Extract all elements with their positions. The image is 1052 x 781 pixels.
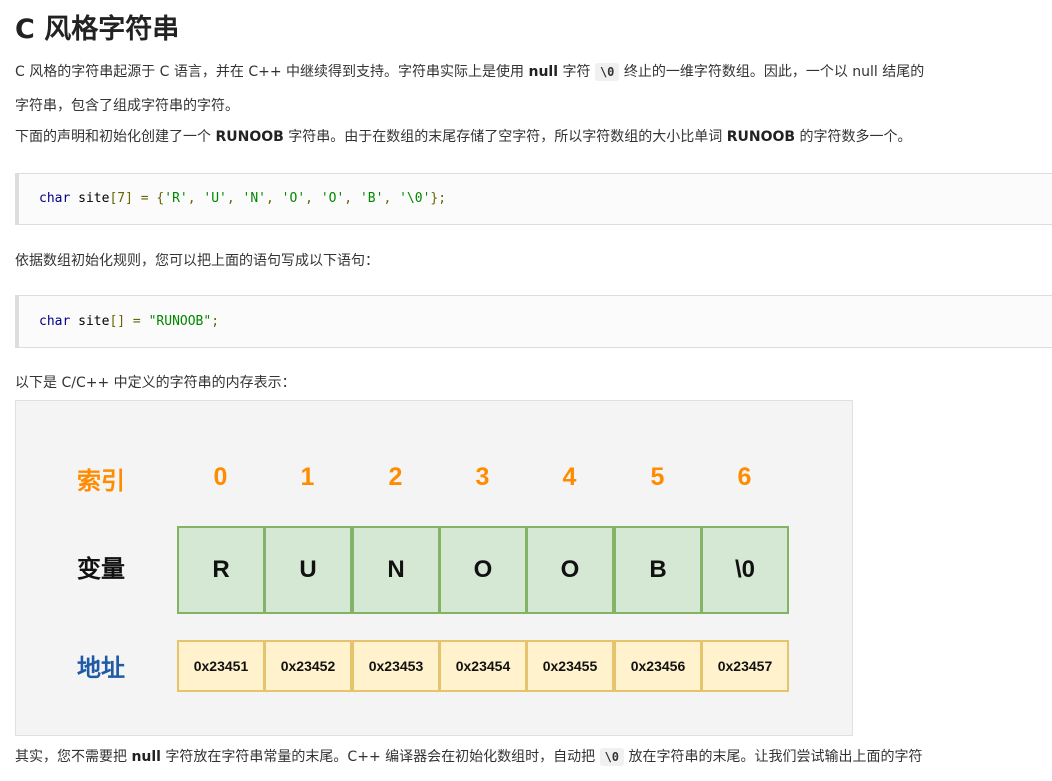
address-cell: 0x23456 xyxy=(614,640,702,692)
variable-cell: O xyxy=(526,526,614,614)
bold-null: null xyxy=(528,64,559,80)
text-span: 字符 xyxy=(558,64,595,80)
index-cell: 5 xyxy=(650,463,665,491)
code-punctuation: , xyxy=(383,191,400,206)
code-string: 'N' xyxy=(242,191,267,206)
bold-runoob: RUNOOB xyxy=(215,129,284,145)
address-cell: 0x23453 xyxy=(352,640,440,692)
address-cell: 0x23451 xyxy=(177,640,265,692)
declaration-paragraph: 下面的声明和初始化创建了一个 RUNOOB 字符串。由于在数组的末尾存储了空字符… xyxy=(15,127,912,147)
code-punctuation: [] = xyxy=(109,314,149,329)
compiler-note-paragraph: 其实，您不需要把 null 字符放在字符串常量的末尾。C++ 编译器会在初始化数… xyxy=(15,747,922,767)
code-punctuation: , xyxy=(187,191,204,206)
text-span: 字符串。由于在数组的末尾存储了空字符，所以字符数组的大小比单词 xyxy=(283,129,727,145)
index-cell: 1 xyxy=(300,463,315,491)
inline-code-null-char: \0 xyxy=(599,748,625,766)
code-line: char site[7] = {'R', 'U', 'N', 'O', 'O',… xyxy=(19,174,1052,224)
code-string: 'B' xyxy=(359,191,384,206)
code-punctuation: [7] = { xyxy=(109,191,165,206)
inline-code-null-char: \0 xyxy=(594,63,620,81)
code-string: '\0' xyxy=(399,191,431,206)
text-span: 其实，您不需要把 xyxy=(15,749,132,765)
code-line: char site[] = "RUNOOB"; xyxy=(19,296,1052,347)
variable-cell: U xyxy=(264,526,352,614)
text-span: 下面的声明和初始化创建了一个 xyxy=(15,129,216,145)
bold-null: null xyxy=(131,749,161,765)
address-cell: 0x23457 xyxy=(701,640,789,692)
rule-paragraph: 依据数组初始化规则，您可以把上面的语句写成以下语句： xyxy=(15,253,379,269)
code-string: 'O' xyxy=(281,191,306,206)
variable-cell: O xyxy=(439,526,527,614)
page-title: C 风格字符串 xyxy=(15,14,180,45)
address-cell: 0x23454 xyxy=(439,640,527,692)
index-row-label: 索引 xyxy=(77,467,125,495)
memory-intro-paragraph: 以下是 C/C++ 中定义的字符串的内存表示： xyxy=(15,375,296,391)
variable-cell: \0 xyxy=(701,526,789,614)
index-cell: 2 xyxy=(388,463,403,491)
index-cell: 4 xyxy=(562,463,577,491)
code-string: 'R' xyxy=(164,191,188,206)
code-punctuation: ; xyxy=(211,314,220,329)
code-keyword: char xyxy=(39,191,71,206)
address-cell: 0x23452 xyxy=(264,640,352,692)
variable-cell: B xyxy=(614,526,702,614)
address-cell: 0x23455 xyxy=(526,640,614,692)
index-cell: 3 xyxy=(475,463,490,491)
code-punctuation: , xyxy=(305,191,321,206)
code-keyword: char xyxy=(39,314,71,329)
variable-cell: N xyxy=(352,526,440,614)
code-block-array-init: char site[7] = {'R', 'U', 'N', 'O', 'O',… xyxy=(15,173,1052,225)
code-punctuation: , xyxy=(226,191,243,206)
code-punctuation: }; xyxy=(430,191,447,206)
code-identifier: site xyxy=(70,191,110,206)
text-span: 放在字符串的末尾。让我们尝试输出上面的字符 xyxy=(624,749,923,765)
code-string: "RUNOOB" xyxy=(148,314,212,329)
memory-diagram: 索引 变量 地址 0 1 2 3 4 5 6 R U N O O B \0 0x… xyxy=(15,400,853,736)
index-cell: 6 xyxy=(737,463,752,491)
bold-runoob: RUNOOB xyxy=(726,129,796,145)
address-row-label: 地址 xyxy=(77,654,125,682)
code-string: 'O' xyxy=(320,191,345,206)
code-string: 'U' xyxy=(203,191,227,206)
code-block-string-literal: char site[] = "RUNOOB"; xyxy=(15,295,1052,348)
text-span: 字符放在字符串常量的末尾。C++ 编译器会在初始化数组时，自动把 xyxy=(160,749,600,765)
text-span: 的字符数多一个。 xyxy=(795,129,912,145)
text-span: C 风格的字符串起源于 C 语言，并在 C++ 中继续得到支持。字符串实际上是使… xyxy=(15,64,529,80)
intro-paragraph-line-2: 字符串，包含了组成字符串的字符。 xyxy=(15,98,239,114)
code-punctuation: , xyxy=(344,191,360,206)
variable-cell: R xyxy=(177,526,265,614)
code-punctuation: , xyxy=(266,191,282,206)
index-cell: 0 xyxy=(213,463,228,491)
text-span: 终止的一维字符数组。因此，一个以 null 结尾的 xyxy=(619,64,925,80)
intro-paragraph-line-1: C 风格的字符串起源于 C 语言，并在 C++ 中继续得到支持。字符串实际上是使… xyxy=(15,62,924,82)
variable-row-label: 变量 xyxy=(77,555,125,583)
code-identifier: site xyxy=(70,314,110,329)
